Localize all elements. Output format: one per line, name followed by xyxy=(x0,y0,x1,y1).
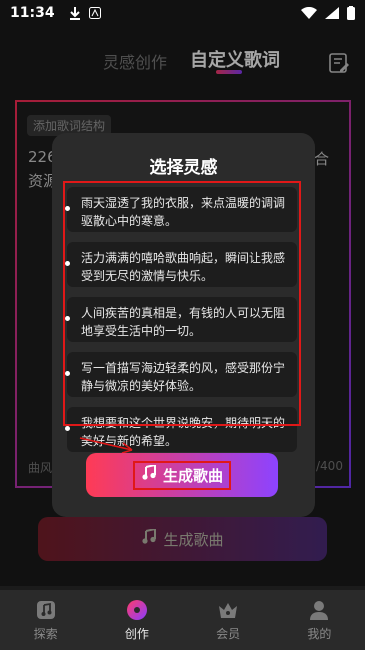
highlight-box xyxy=(63,181,301,426)
wifi-icon xyxy=(301,7,317,19)
nav-mine[interactable]: 我的 xyxy=(274,590,365,650)
nav-mine-label: 我的 xyxy=(307,626,332,641)
signal-icon xyxy=(325,7,339,19)
music-note-icon xyxy=(141,463,157,485)
bullet-icon xyxy=(65,426,70,431)
generate-song-label: 生成歌曲 xyxy=(162,466,223,485)
generate-song-button[interactable]: 生成歌曲 xyxy=(86,453,278,497)
modal-title: 选择灵感 xyxy=(149,158,218,178)
status-time: 11:34 xyxy=(10,5,55,21)
disc-icon xyxy=(126,599,147,620)
user-icon xyxy=(310,600,329,620)
generate-song-highlight: 生成歌曲 xyxy=(132,460,231,490)
battery-icon xyxy=(347,6,355,20)
crown-icon xyxy=(219,602,238,618)
bottom-nav: 探索 创作 会员 我的 xyxy=(0,590,365,650)
download-icon xyxy=(69,6,81,20)
nav-explore-label: 探索 xyxy=(33,626,58,641)
app-notification-icon xyxy=(88,7,101,19)
nav-create-label: 创作 xyxy=(124,626,149,641)
nav-create[interactable]: 创作 xyxy=(91,590,182,650)
status-bar: 11:34 xyxy=(0,0,365,26)
nav-member[interactable]: 会员 xyxy=(183,590,274,650)
nav-member-label: 会员 xyxy=(216,626,241,641)
music-square-icon xyxy=(36,600,55,619)
nav-explore[interactable]: 探索 xyxy=(0,590,91,650)
